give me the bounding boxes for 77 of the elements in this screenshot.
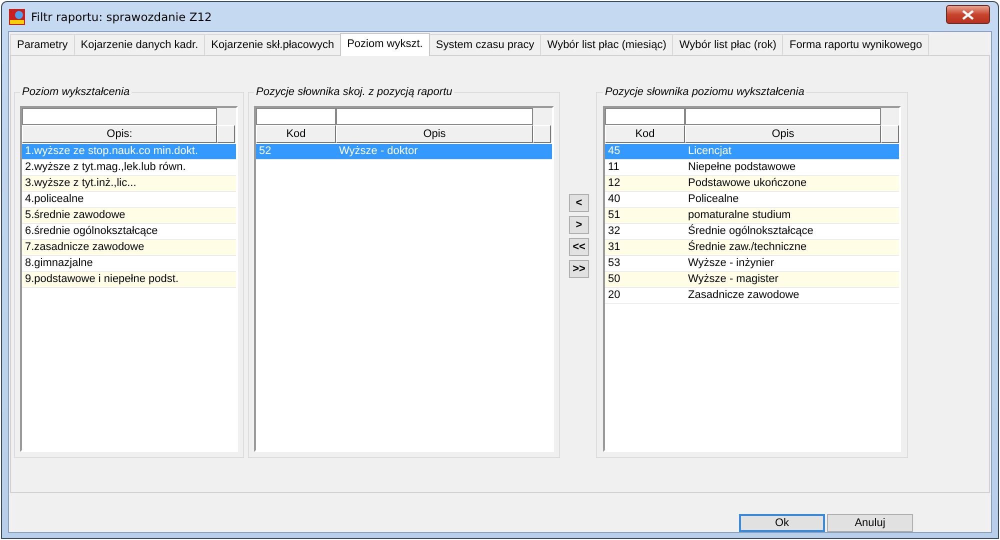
move-button[interactable]: > [569, 216, 589, 234]
table-cell-text: 20 [607, 288, 622, 303]
filter-field[interactable] [22, 108, 217, 125]
table-cell-text: 1.wyższe ze stop.nauk.co min.dokt. [24, 144, 200, 159]
table-cell-text: Średnie ogólnokształcące [687, 224, 814, 239]
move-button[interactable]: << [569, 238, 589, 256]
filter-field[interactable] [605, 108, 685, 125]
filter-field[interactable] [256, 108, 336, 125]
table-row[interactable]: 12 Podstawowe ukończone [605, 176, 899, 192]
table-cell-text: 32 [607, 224, 622, 239]
table-row[interactable]: 40 Policealne [605, 192, 899, 208]
table-cell-text: Wyższe - inżynier [687, 256, 776, 271]
table-cell-text: Licencjat [687, 144, 732, 159]
window-title: Filtr raportu: sprawozdanie Z12 [31, 10, 213, 24]
table-cell-text: 51 [607, 208, 622, 223]
table-cell-text: 52 [258, 144, 272, 159]
tab[interactable]: Forma raportu wynikowego [782, 34, 930, 55]
filter-field[interactable] [336, 108, 533, 125]
group-title: Poziom wykształcenia [21, 86, 131, 98]
tab[interactable]: Parametry [10, 34, 75, 55]
table-cell-text: 6.średnie ogólnokształcące [24, 224, 159, 239]
table-cell-text: Wyższe - doktor [338, 144, 419, 159]
table-row[interactable]: 9.podstawowe i niepełne podst. [22, 272, 236, 288]
table-cell-text: 2.wyższe z tyt.mag.,lek.lub równ. [24, 160, 187, 175]
table-cell-text: Policealne [687, 192, 740, 207]
group-title: Pozycje słownika skoj. z pozycją raportu [255, 86, 454, 98]
table-cell-text: 45 [607, 144, 622, 159]
table-cell-text: 9.podstawowe i niepełne podst. [24, 272, 180, 287]
table-row[interactable]: 8.gimnazjalne [22, 256, 236, 272]
table-row[interactable]: 32 Średnie ogólnokształcące [605, 224, 899, 240]
tab[interactable]: Poziom wykszt. [340, 33, 430, 56]
table-row[interactable]: 53 Wyższe - inżynier [605, 256, 899, 272]
table-row[interactable]: 51 pomaturalne studium [605, 208, 899, 224]
table-cell-text: Wyższe - magister [687, 272, 780, 287]
filter-field[interactable] [685, 108, 881, 125]
move-button[interactable]: < [569, 194, 589, 212]
app-icon [9, 8, 25, 24]
column-header[interactable]: Opis: [22, 125, 217, 143]
table-row[interactable]: 7.zasadnicze zawodowe [22, 240, 236, 256]
group-title: Pozycje słownika poziomu wykształcenia [604, 86, 806, 98]
table-row[interactable]: 5.średnie zawodowe [22, 208, 236, 224]
table-row[interactable]: 11 Niepełne podstawowe [605, 160, 899, 176]
column-header[interactable]: Opis [336, 125, 533, 143]
dialog-button[interactable]: Anuluj [827, 514, 913, 532]
close-icon [962, 10, 974, 20]
table-cell-text: 8.gimnazjalne [24, 256, 94, 271]
table-cell-text: 7.zasadnicze zawodowe [24, 240, 146, 255]
table-cell-text: 5.średnie zawodowe [24, 208, 126, 223]
table-row[interactable]: 2.wyższe z tyt.mag.,lek.lub równ. [22, 160, 236, 176]
table-row[interactable]: 3.wyższe z tyt.inż.,lic... [22, 176, 236, 192]
column-header[interactable]: Opis [685, 125, 881, 143]
close-button[interactable] [946, 5, 990, 24]
move-button[interactable]: >> [569, 260, 589, 278]
column-header[interactable] [881, 125, 899, 143]
column-header[interactable]: Kod [605, 125, 685, 143]
column-header[interactable] [533, 125, 551, 143]
table-cell-text: 31 [607, 240, 622, 255]
column-header[interactable] [217, 125, 235, 143]
table-cell-text: 50 [607, 272, 622, 287]
dialog-button[interactable]: Ok [739, 514, 825, 532]
table-row[interactable]: 4.policealne [22, 192, 236, 208]
table-cell-text: 40 [607, 192, 622, 207]
table-cell-text: pomaturalne studium [687, 208, 792, 223]
table-row[interactable]: 20 Zasadnicze zawodowe [605, 288, 899, 304]
table-cell-text: 3.wyższe z tyt.inż.,lic... [24, 176, 138, 191]
table-row[interactable]: 6.średnie ogólnokształcące [22, 224, 236, 240]
column-header[interactable]: Kod [256, 125, 336, 143]
table-row[interactable]: 31 Średnie zaw./techniczne [605, 240, 899, 256]
table-cell-text: 53 [607, 256, 622, 271]
table-cell-text: Podstawowe ukończone [687, 176, 808, 191]
table-cell-text: Średnie zaw./techniczne [687, 240, 808, 255]
table-cell-text: 4.policealne [24, 192, 85, 207]
table-cell-text: 12 [607, 176, 622, 191]
table-row[interactable]: 50 Wyższe - magister [605, 272, 899, 288]
table-cell-text: Niepełne podstawowe [687, 160, 797, 175]
table-cell-text: 11 [607, 160, 620, 175]
table-cell-text: Zasadnicze zawodowe [687, 288, 800, 303]
